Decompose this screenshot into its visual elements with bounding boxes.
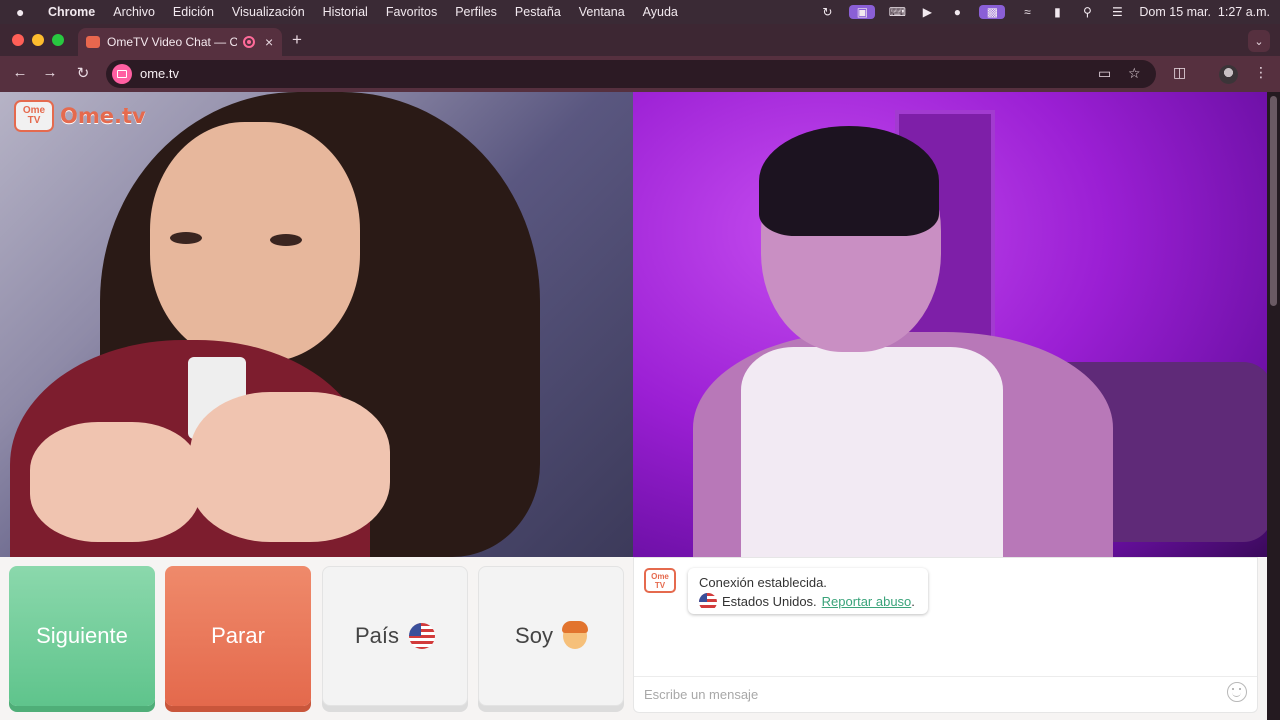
play-icon[interactable]: ▶ xyxy=(919,5,935,19)
local-video-feed: Ome TV Ome.tv xyxy=(0,92,633,557)
extensions-puzzle-icon[interactable]: ◫ xyxy=(1173,64,1186,81)
apple-menu-icon[interactable]: ● xyxy=(16,4,36,20)
gender-button[interactable]: Soy xyxy=(478,566,624,706)
bookmark-star-icon[interactable]: ☆ xyxy=(1128,65,1141,82)
partner-country-text: Estados Unidos. xyxy=(722,594,817,609)
new-tab-button[interactable]: + xyxy=(292,31,302,48)
active-tab[interactable]: OmeTV Video Chat — Om × xyxy=(78,28,282,56)
reload-icon[interactable]: ↻ xyxy=(73,64,93,82)
window-close-button[interactable] xyxy=(12,34,24,46)
page-scrollbar[interactable] xyxy=(1267,92,1280,720)
screen-share-icon[interactable]: ▣ xyxy=(849,5,876,19)
scrollbar-thumb[interactable] xyxy=(1270,96,1277,306)
cast-icon[interactable]: ▭ xyxy=(1098,65,1111,82)
us-flag-icon xyxy=(699,592,717,611)
recording-indicator-icon xyxy=(243,36,255,48)
boy-emoji-icon xyxy=(561,621,588,649)
country-button-label: País xyxy=(354,623,400,648)
report-abuse-link[interactable]: Reportar abuso xyxy=(822,594,912,609)
menu-edicion[interactable]: Edición xyxy=(173,5,214,19)
menu-pestana[interactable]: Pestaña xyxy=(515,5,561,19)
next-button-label: Siguiente xyxy=(36,623,128,648)
menu-visualizacion[interactable]: Visualización xyxy=(232,5,305,19)
eye-shape xyxy=(170,232,202,244)
country-button[interactable]: País xyxy=(322,566,468,706)
menu-app-chrome[interactable]: Chrome xyxy=(48,5,95,19)
menubar-clock[interactable]: Dom 15 mar. 1:27 a.m. xyxy=(1139,5,1270,19)
browser-tab-bar: OmeTV Video Chat — Om × + ⌄ xyxy=(0,24,1280,56)
ometv-favicon-icon xyxy=(86,36,100,48)
menu-ventana[interactable]: Ventana xyxy=(579,5,625,19)
gender-button-label: Soy xyxy=(515,623,553,648)
battery-icon[interactable]: ▮ xyxy=(1049,5,1065,19)
remote-video-feed xyxy=(633,92,1267,557)
menu-perfiles[interactable]: Perfiles xyxy=(455,5,497,19)
menu-archivo[interactable]: Archivo xyxy=(113,5,155,19)
profile-avatar[interactable] xyxy=(1219,65,1238,84)
logo-text: Ome.tv xyxy=(60,104,146,128)
menu-favoritos[interactable]: Favoritos xyxy=(386,5,437,19)
stop-button[interactable]: Parar xyxy=(165,566,311,706)
menu-ayuda[interactable]: Ayuda xyxy=(643,5,678,19)
tab-search-chevron-icon[interactable]: ⌄ xyxy=(1248,30,1270,52)
person-face xyxy=(150,122,360,362)
ometv-bot-avatar-icon: Ome TV xyxy=(644,568,676,593)
ometv-page: Ome TV Ome.tv Siguiente Parar País Soy O… xyxy=(0,92,1267,720)
url-text[interactable]: ome.tv xyxy=(140,66,179,81)
tank-top-shape xyxy=(741,347,1003,557)
us-flag-icon xyxy=(409,623,436,649)
site-info-camera-icon[interactable] xyxy=(112,64,132,84)
message-input[interactable] xyxy=(634,676,1257,712)
window-maximize-button[interactable] xyxy=(52,34,64,46)
eye-shape xyxy=(270,234,302,246)
sync-icon[interactable]: ↻ xyxy=(819,5,835,19)
chat-panel: Ome TV Conexión establecida. Estados Uni… xyxy=(633,557,1258,713)
partner-country-line: Estados Unidos. Reportar abuso. xyxy=(699,592,917,611)
hand-shape xyxy=(190,392,390,542)
back-arrow-icon[interactable]: ← xyxy=(10,64,30,81)
window-minimize-button[interactable] xyxy=(32,34,44,46)
ometv-logo[interactable]: Ome TV Ome.tv xyxy=(14,100,146,132)
browser-toolbar: ← → ↻ ome.tv ▭ ☆ ◫ ⋮ xyxy=(0,56,1280,92)
emoji-smiley-icon[interactable] xyxy=(1227,682,1247,702)
macos-menu-bar: ● Chrome Archivo Edición Visualización H… xyxy=(0,0,1280,24)
menubar-status-area: ↻ ▣ ⌨ ▶ ● ▩ ≈ ▮ ⚲ ☰ Dom 15 mar. 1:27 a.m… xyxy=(819,0,1270,24)
address-bar[interactable]: ome.tv ▭ ☆ xyxy=(106,60,1156,88)
menu-historial[interactable]: Historial xyxy=(323,5,368,19)
stop-button-label: Parar xyxy=(211,623,265,648)
tab-title: OmeTV Video Chat — Om xyxy=(107,35,237,49)
next-button[interactable]: Siguiente xyxy=(9,566,155,706)
keyboard-icon[interactable]: ⌨ xyxy=(889,5,906,19)
user-icon[interactable]: ● xyxy=(949,5,965,19)
wifi-icon[interactable]: ≈ xyxy=(1019,5,1035,19)
connection-status-text: Conexión establecida. xyxy=(699,575,827,590)
logo-tv-icon: Ome TV xyxy=(14,100,54,132)
mirroring-icon[interactable]: ▩ xyxy=(979,5,1006,19)
report-trailing-dot: . xyxy=(911,594,915,609)
forward-arrow-icon[interactable]: → xyxy=(40,64,60,81)
tab-close-icon[interactable]: × xyxy=(265,34,273,50)
hand-shape xyxy=(30,422,200,542)
more-menu-icon[interactable]: ⋮ xyxy=(1254,64,1268,81)
system-message-bubble: Conexión establecida. Estados Unidos. Re… xyxy=(688,568,928,614)
beanie-shape xyxy=(759,126,939,236)
search-icon[interactable]: ⚲ xyxy=(1079,5,1095,19)
control-center-icon[interactable]: ☰ xyxy=(1109,5,1125,19)
